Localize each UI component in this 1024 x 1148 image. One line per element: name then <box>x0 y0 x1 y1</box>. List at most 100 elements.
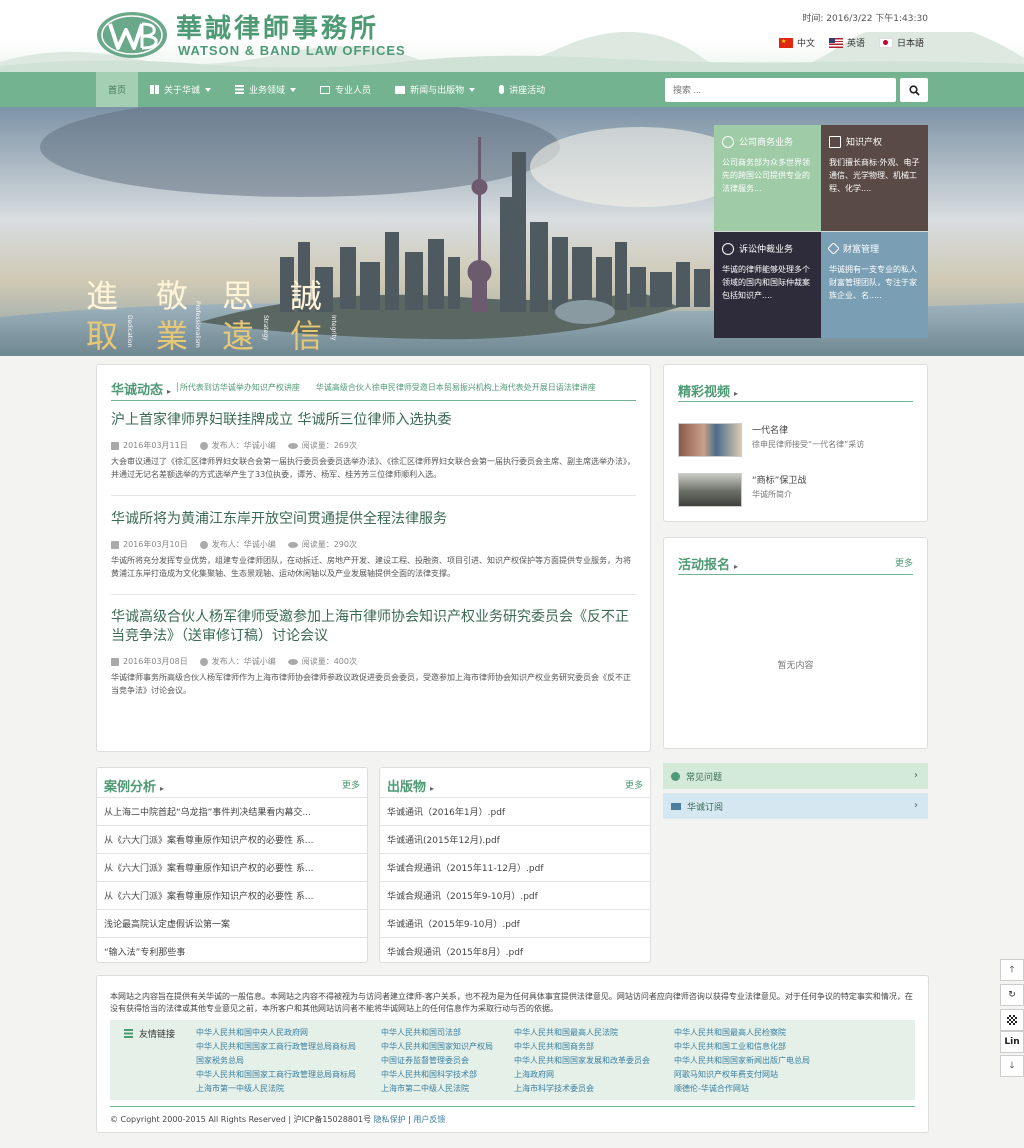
events-title[interactable]: 活动报名 ▸ <box>678 554 738 573</box>
firm-logo[interactable] <box>96 10 168 60</box>
nav-news-publications[interactable]: 新闻与出版物 <box>383 72 487 107</box>
linkedin-button[interactable]: Lin <box>1000 1031 1024 1053</box>
author-text: 发布人：华诚小编 <box>211 441 276 450</box>
refresh-button[interactable]: ↻ <box>1000 984 1024 1006</box>
case-row[interactable]: 从《六大门派》案看尊重原作知识产权的必要性 系... <box>97 881 367 909</box>
publication-row[interactable]: 华诚合规通讯（2015年8月）.pdf <box>380 937 650 965</box>
cases-more-link[interactable]: 更多 <box>342 778 360 791</box>
chevron-right-icon: › <box>914 800 918 811</box>
lang-english[interactable]: 英语 <box>828 36 865 49</box>
eye-icon <box>287 658 298 665</box>
subscribe-button[interactable]: 华诚订阅 › <box>663 793 928 819</box>
newspaper-icon <box>395 85 406 94</box>
arrow-down-icon: 🡓 <box>1009 1061 1015 1071</box>
privacy-link[interactable]: 隐私保护 <box>374 1115 406 1124</box>
publication-row[interactable]: 华诚通讯（2016年1月）.pdf <box>380 797 650 825</box>
scroll-top-button[interactable]: 🡑 <box>1000 959 1024 981</box>
publications-more-link[interactable]: 更多 <box>625 778 643 791</box>
button-label: 常见问题 <box>686 772 723 783</box>
friendly-link[interactable]: 中华人民共和国国家工商行政管理总局商标局 <box>196 1041 356 1052</box>
lang-chinese[interactable]: ★ 中文 <box>778 36 815 49</box>
cases-title[interactable]: 案例分析 ▸ <box>104 776 164 795</box>
case-row[interactable]: “输入法”专利那些事 <box>97 937 367 965</box>
nav-label: 首页 <box>108 86 127 96</box>
nav-label: 讲座活动 <box>509 86 546 96</box>
friendly-link[interactable]: 顺德伦-华诚合作网站 <box>674 1083 749 1094</box>
news-item: 沪上首家律师界妇联挂牌成立 华诚所三位律师入选执委 2016年03月11日 发布人… <box>111 411 636 496</box>
news-views: 阅读量：269次 <box>287 440 357 451</box>
qrcode-button[interactable] <box>1000 1009 1024 1031</box>
friendly-link[interactable]: 阿歌马知识产权年费支付网站 <box>674 1069 778 1080</box>
news-headline[interactable]: 华诚所将为黄浦江东岸开放空间贯通提供全程法律服务 <box>111 510 636 529</box>
friendly-link[interactable]: 中华人民共和国最高人民检察院 <box>674 1027 786 1038</box>
calendar-icon <box>111 657 119 666</box>
video-item[interactable]: “商标”保卫战 华诚所简介 <box>678 473 806 507</box>
nav-home[interactable]: 首页 <box>96 72 139 107</box>
refresh-icon: ↻ <box>1008 990 1016 1000</box>
friendly-link[interactable]: 中华人民共和国商务部 <box>514 1041 594 1052</box>
publications-title[interactable]: 出版物 ▸ <box>387 776 434 795</box>
friendly-link[interactable]: 上海市第二中级人民法院 <box>381 1083 469 1094</box>
case-row[interactable]: 从《六大门派》案看尊重原作知识产权的必要性 系... <box>97 825 367 853</box>
china-flag-icon: ★ <box>778 37 793 48</box>
news-ticker[interactable]: │所代表到访华诚举办知识产权讲座 华诚高级合伙人徐申民律师受邀日本贸易振兴机构上… <box>175 382 596 393</box>
views-text: 阅读量：269次 <box>301 441 357 450</box>
linkedin-label: Lin <box>1004 1037 1020 1047</box>
friendly-link[interactable]: 中国证券监督管理委员会 <box>381 1055 469 1066</box>
news-headline[interactable]: 华诚高级合伙人杨军律师受邀参加上海市律师协会知识产权业务研究委员会《反不正当竞争… <box>111 608 636 646</box>
caret-down-icon <box>290 87 297 92</box>
case-row[interactable]: 从《六大门派》案看尊重原作知识产权的必要性 系... <box>97 853 367 881</box>
search-button[interactable] <box>900 78 928 102</box>
friendly-link[interactable]: 中华人民共和国最高人民法院 <box>514 1027 618 1038</box>
usa-flag-icon <box>828 37 843 48</box>
links-heading: 友情链接 <box>124 1027 175 1040</box>
views-text: 阅读量：290次 <box>301 540 357 549</box>
friendly-link[interactable]: 中华人民共和国国家工商行政管理总局商标局 <box>196 1069 356 1080</box>
friendly-link[interactable]: 上海政府网 <box>514 1069 554 1080</box>
lang-japanese[interactable]: 日本語 <box>878 36 924 49</box>
publication-row[interactable]: 华诚通讯（2015年9-10月）.pdf <box>380 909 650 937</box>
tile-litigation[interactable]: 诉讼仲裁业务 华诚的律师能够处理多个领域的国内和国际仲裁案包括知识产.... <box>714 232 821 338</box>
tile-ip[interactable]: 知识产权 我们擅长商标·外观、电子通信、光学物理、机械工程、化学.... <box>821 125 928 231</box>
publication-row[interactable]: 华诚合规通讯（2015年9-10月）.pdf <box>380 881 650 909</box>
question-icon <box>671 771 680 781</box>
faq-button[interactable]: 常见问题 › <box>663 763 928 789</box>
friendly-link[interactable]: 中华人民共和国司法部 <box>381 1027 461 1038</box>
nav-about[interactable]: 关于华诚 <box>138 72 223 107</box>
site-header: 華誠律師事務所 WATSON & BAND LAW OFFICES 时间: 20… <box>0 0 1024 72</box>
nav-professionals[interactable]: 专业人员 <box>308 72 383 107</box>
friendly-link[interactable]: 上海市科学技术委员会 <box>514 1083 594 1094</box>
friendly-link[interactable]: 中华人民共和国国家知识产权局 <box>381 1041 493 1052</box>
friendly-link[interactable]: 中华人民共和国中央人民政府网 <box>196 1027 308 1038</box>
case-row[interactable]: 从上海二中院首起“乌龙指”事件判决结果看内幕交... <box>97 797 367 825</box>
nav-lectures[interactable]: 讲座活动 <box>487 72 557 107</box>
friendly-link[interactable]: 上海市第一中级人民法院 <box>196 1083 284 1094</box>
user-icon <box>199 540 208 549</box>
friendly-link[interactable]: 中华人民共和国工业和信息化部 <box>674 1041 786 1052</box>
friendly-link[interactable]: 中华人民共和国国家发展和改革委员会 <box>514 1055 650 1066</box>
tile-wealth[interactable]: 财富管理 华诚拥有一支专业的私人财富管理团队，专注于家族企业、名..... <box>821 232 928 338</box>
slogan-char-3: 思 <box>222 277 254 315</box>
tile-corporate[interactable]: 公司商务业务 公司商务部为众多世界领先的跨国公司提供专业的法律服务... <box>714 125 821 231</box>
news-headline[interactable]: 沪上首家律师界妇联挂牌成立 华诚所三位律师入选执委 <box>111 411 636 430</box>
video-subtitle: 华诚所简介 <box>752 490 792 499</box>
publication-row[interactable]: 华诚合规通讯（2015年11-12月）.pdf <box>380 853 650 881</box>
feedback-link[interactable]: 用户反馈 <box>413 1115 445 1124</box>
videos-title[interactable]: 精彩视频 ▸ <box>678 381 738 400</box>
search-input[interactable] <box>665 78 896 102</box>
events-more-link[interactable]: 更多 <box>895 556 913 569</box>
friendly-link[interactable]: 中华人民共和国国家新闻出版广电总局 <box>674 1055 810 1066</box>
slogan-char-4: 誠 <box>290 277 322 315</box>
news-title[interactable]: 华诚动态 ▸ <box>111 379 171 398</box>
arrow-right-icon: ▸ <box>734 389 739 398</box>
scroll-bottom-button[interactable]: 🡓 <box>1000 1055 1024 1077</box>
links-title: 友情链接 <box>139 1030 176 1040</box>
slogan-word-strategy: Strategy <box>262 315 269 341</box>
nav-practice-areas[interactable]: 业务领域 <box>223 72 308 107</box>
search-icon <box>908 84 920 96</box>
case-row[interactable]: 浅论最高院认定虚假诉讼第一案 <box>97 909 367 937</box>
video-item[interactable]: 一代名律 徐申民律师接受“一代名律”采访 <box>678 423 864 457</box>
friendly-link[interactable]: 国家税务总局 <box>196 1055 244 1066</box>
friendly-link[interactable]: 中华人民共和国科学技术部 <box>381 1069 477 1080</box>
publication-row[interactable]: 华诚通讯(2015年12月).pdf <box>380 825 650 853</box>
